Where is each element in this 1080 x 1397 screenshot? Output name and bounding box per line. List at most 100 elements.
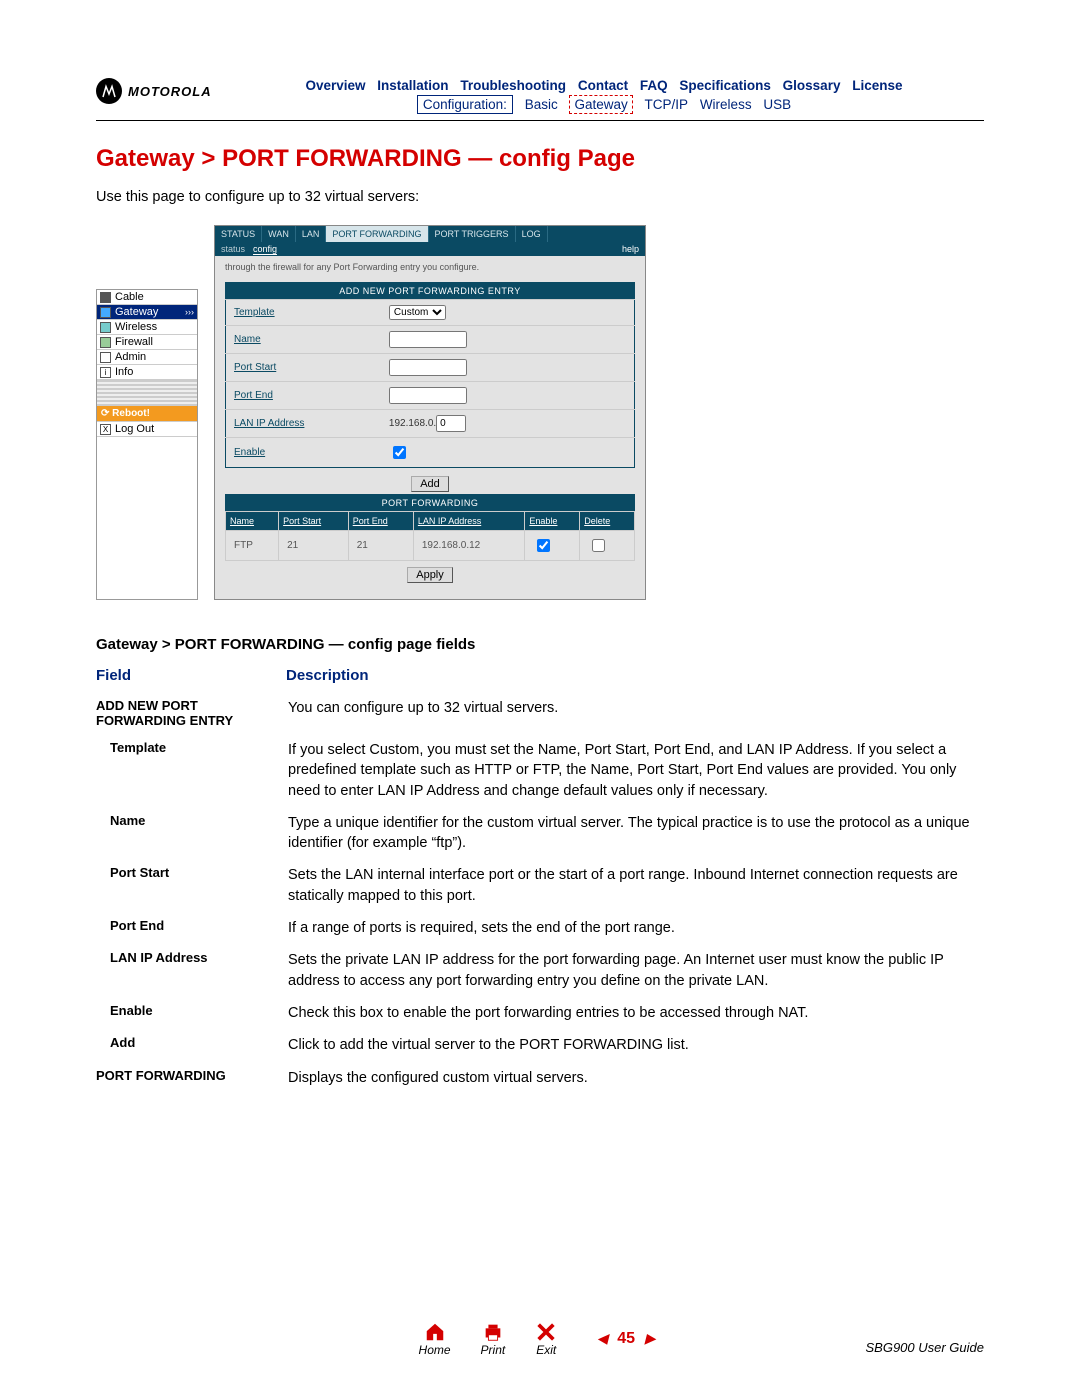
pfcol-name: Name (226, 512, 279, 531)
panel-subtabs: status config help (215, 242, 645, 256)
subnav-gateway[interactable]: Gateway (569, 95, 632, 114)
subtab-status[interactable]: status (221, 244, 245, 254)
row-enable-desc: Check this box to enable the port forwar… (288, 997, 984, 1029)
tab-portfwd[interactable]: PORT FORWARDING (326, 226, 428, 242)
template-select[interactable]: Custom (389, 305, 446, 320)
home-button[interactable]: Home (419, 1321, 451, 1357)
menu-wireless[interactable]: Wireless (97, 320, 197, 335)
subnav-basic[interactable]: Basic (525, 97, 558, 112)
config-panel: STATUS WAN LAN PORT FORWARDING PORT TRIG… (214, 225, 646, 600)
tab-lan[interactable]: LAN (296, 226, 327, 242)
page-title: Gateway > PORT FORWARDING — config Page (96, 145, 984, 173)
header: MOTOROLA Overview Installation Troublesh… (96, 78, 984, 112)
subtab-config[interactable]: config (253, 244, 277, 255)
label-name: Name (226, 326, 381, 354)
label-template: Template (226, 300, 381, 326)
subnav-usb[interactable]: USB (763, 97, 791, 112)
add-entry-form: ADD NEW PORT FORWARDING ENTRY Template C… (225, 282, 635, 468)
apply-button[interactable]: Apply (407, 567, 453, 583)
subnav-tcpip[interactable]: TCP/IP (645, 97, 689, 112)
portend-input[interactable] (389, 387, 467, 404)
lanip-prefix: 192.168.0. (389, 418, 436, 429)
menu-firewall[interactable]: Firewall (97, 335, 197, 350)
tab-status[interactable]: STATUS (215, 226, 262, 242)
print-icon (482, 1321, 504, 1343)
chevron-right-icon: ››› (185, 307, 194, 317)
add-button[interactable]: Add (411, 476, 449, 492)
label-lanip: LAN IP Address (226, 410, 381, 438)
tab-log[interactable]: LOG (516, 226, 548, 242)
nav-troubleshooting[interactable]: Troubleshooting (460, 78, 566, 93)
pf-row: FTP 21 21 192.168.0.12 (226, 531, 635, 561)
tab-wan[interactable]: WAN (262, 226, 296, 242)
panel-note: through the firewall for any Port Forwar… (225, 262, 635, 272)
home-icon (424, 1321, 446, 1343)
row-addnew-desc: You can configure up to 32 virtual serve… (288, 692, 984, 734)
row-pf-desc: Displays the configured custom virtual s… (288, 1062, 984, 1094)
footer: Home Print Exit ◀ 45 ▶ SBG900 User Guide (96, 1321, 984, 1357)
row-enable-label: Enable (96, 997, 288, 1029)
menu-reboot[interactable]: ⟳ Reboot! (97, 406, 197, 422)
screenshot-block: Cable Gateway››› Wireless Firewall Admin… (96, 225, 984, 600)
menu-gateway[interactable]: Gateway››› (97, 305, 197, 320)
nav-glossary[interactable]: Glossary (783, 78, 841, 93)
menu-cable[interactable]: Cable (97, 290, 197, 305)
top-nav: Overview Installation Troubleshooting Co… (224, 78, 984, 93)
pfcol-delete: Delete (580, 512, 635, 531)
exit-icon (535, 1321, 557, 1343)
row-lanip-desc: Sets the private LAN IP address for the … (288, 944, 984, 997)
add-entry-header: ADD NEW PORT FORWARDING ENTRY (226, 283, 635, 300)
row-pf-label: PORT FORWARDING (96, 1062, 288, 1094)
pf-header: PORT FORWARDING (226, 495, 635, 512)
nav-specifications[interactable]: Specifications (679, 78, 771, 93)
label-portend: Port End (226, 382, 381, 410)
row-name-label: Name (96, 807, 288, 860)
prev-page-button[interactable]: ◀ (591, 1330, 614, 1346)
lanip-input[interactable] (436, 415, 466, 432)
enable-checkbox[interactable] (393, 446, 406, 459)
row-add-label: Add (96, 1029, 288, 1061)
sub-nav: Configuration: Basic Gateway TCP/IP Wire… (224, 97, 984, 112)
pf-lanip: 192.168.0.12 (413, 531, 525, 561)
tab-porttriggers[interactable]: PORT TRIGGERS (429, 226, 516, 242)
nav-license[interactable]: License (852, 78, 902, 93)
fields-section-title: Gateway > PORT FORWARDING — config page … (96, 636, 984, 653)
guide-label: SBG900 User Guide (865, 1340, 984, 1355)
row-lanip-label: LAN IP Address (96, 944, 288, 997)
row-add-desc: Click to add the virtual server to the P… (288, 1029, 984, 1061)
nav-installation[interactable]: Installation (377, 78, 448, 93)
col-description: Description (286, 667, 369, 684)
row-name-desc: Type a unique identifier for the custom … (288, 807, 984, 860)
row-template-desc: If you select Custom, you must set the N… (288, 734, 984, 807)
subnav-configuration[interactable]: Configuration: (417, 95, 513, 114)
row-portend-desc: If a range of ports is required, sets th… (288, 912, 984, 944)
pf-delete-checkbox[interactable] (592, 539, 605, 552)
next-page-button[interactable]: ▶ (639, 1330, 662, 1346)
row-portend-label: Port End (96, 912, 288, 944)
subtab-help[interactable]: help (622, 244, 639, 254)
page-number: 45 (617, 1330, 635, 1347)
nav-faq[interactable]: FAQ (640, 78, 668, 93)
nav-contact[interactable]: Contact (578, 78, 628, 93)
brand-logo: MOTOROLA (96, 78, 216, 104)
row-addnew-label: ADD NEW PORT FORWARDING ENTRY (96, 692, 288, 734)
fields-table: ADD NEW PORT FORWARDING ENTRYYou can con… (96, 692, 984, 1094)
nav-overview[interactable]: Overview (305, 78, 365, 93)
motorola-icon (96, 78, 122, 104)
menu-logout[interactable]: XLog Out (97, 422, 197, 437)
subnav-wireless[interactable]: Wireless (700, 97, 752, 112)
pfcol-portend: Port End (348, 512, 413, 531)
exit-button[interactable]: Exit (535, 1321, 557, 1357)
menu-admin[interactable]: Admin (97, 350, 197, 365)
pf-enable-checkbox[interactable] (537, 539, 550, 552)
print-button[interactable]: Print (481, 1321, 506, 1357)
name-input[interactable] (389, 331, 467, 348)
port-forwarding-table: PORT FORWARDING Name Port Start Port End… (225, 494, 635, 561)
table-header-row: Field Description (96, 667, 984, 684)
row-template-label: Template (96, 734, 288, 807)
pf-name: FTP (226, 531, 279, 561)
menu-info[interactable]: iInfo (97, 365, 197, 380)
portstart-input[interactable] (389, 359, 467, 376)
pfcol-portstart: Port Start (279, 512, 349, 531)
label-portstart: Port Start (226, 354, 381, 382)
